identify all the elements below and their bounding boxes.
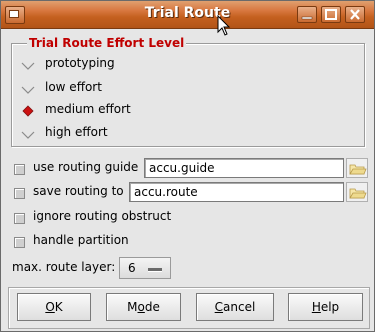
mouse-pointer-icon [217, 15, 231, 36]
ok-button[interactable]: OK [17, 293, 91, 321]
option-menu-indicator-icon [148, 268, 162, 271]
checkbox-label: save routing to [33, 184, 124, 198]
checkbox-box [14, 237, 25, 248]
folder-icon [349, 188, 367, 199]
radio-unselected-icon [21, 62, 35, 70]
trial-route-dialog: Trial Route Trial Route Effort Level pro… [0, 0, 375, 332]
max-route-layer-label: max. route layer: [12, 260, 116, 274]
mode-button[interactable]: Mode [106, 293, 181, 321]
close-icon[interactable] [345, 6, 365, 23]
checkbox-box [14, 188, 25, 199]
radio-label: medium effort [45, 102, 131, 116]
window-title: Trial Route [144, 5, 231, 21]
maximize-icon[interactable] [321, 6, 341, 23]
radio-unselected-icon [21, 131, 35, 139]
radio-selected-icon [22, 105, 34, 117]
cancel-button[interactable]: Cancel [196, 293, 274, 321]
checkbox-box [14, 213, 25, 224]
checkbox-label: handle partition [33, 233, 129, 247]
radio-unselected-icon [21, 86, 35, 94]
checkbox-box [14, 164, 25, 175]
title-bar[interactable]: Trial Route [1, 1, 374, 29]
max-route-layer-value: 6 [128, 261, 136, 275]
folder-icon [349, 164, 367, 175]
radio-label: low effort [45, 80, 102, 94]
max-route-layer-select[interactable]: 6 [119, 257, 171, 279]
browse-save-button[interactable] [346, 182, 368, 202]
checkbox-label: ignore routing obstruct [33, 209, 172, 223]
radio-label: prototyping [45, 56, 115, 70]
minimize-icon[interactable] [297, 6, 317, 23]
checkbox-label: use routing guide [33, 160, 139, 174]
help-button[interactable]: Help [288, 293, 363, 321]
save-routing-input[interactable]: accu.route [129, 182, 344, 202]
browse-guide-button[interactable] [346, 158, 368, 178]
routing-guide-input[interactable]: accu.guide [144, 158, 344, 178]
effort-level-group-title: Trial Route Effort Level [27, 36, 187, 50]
radio-label: high effort [45, 125, 108, 139]
